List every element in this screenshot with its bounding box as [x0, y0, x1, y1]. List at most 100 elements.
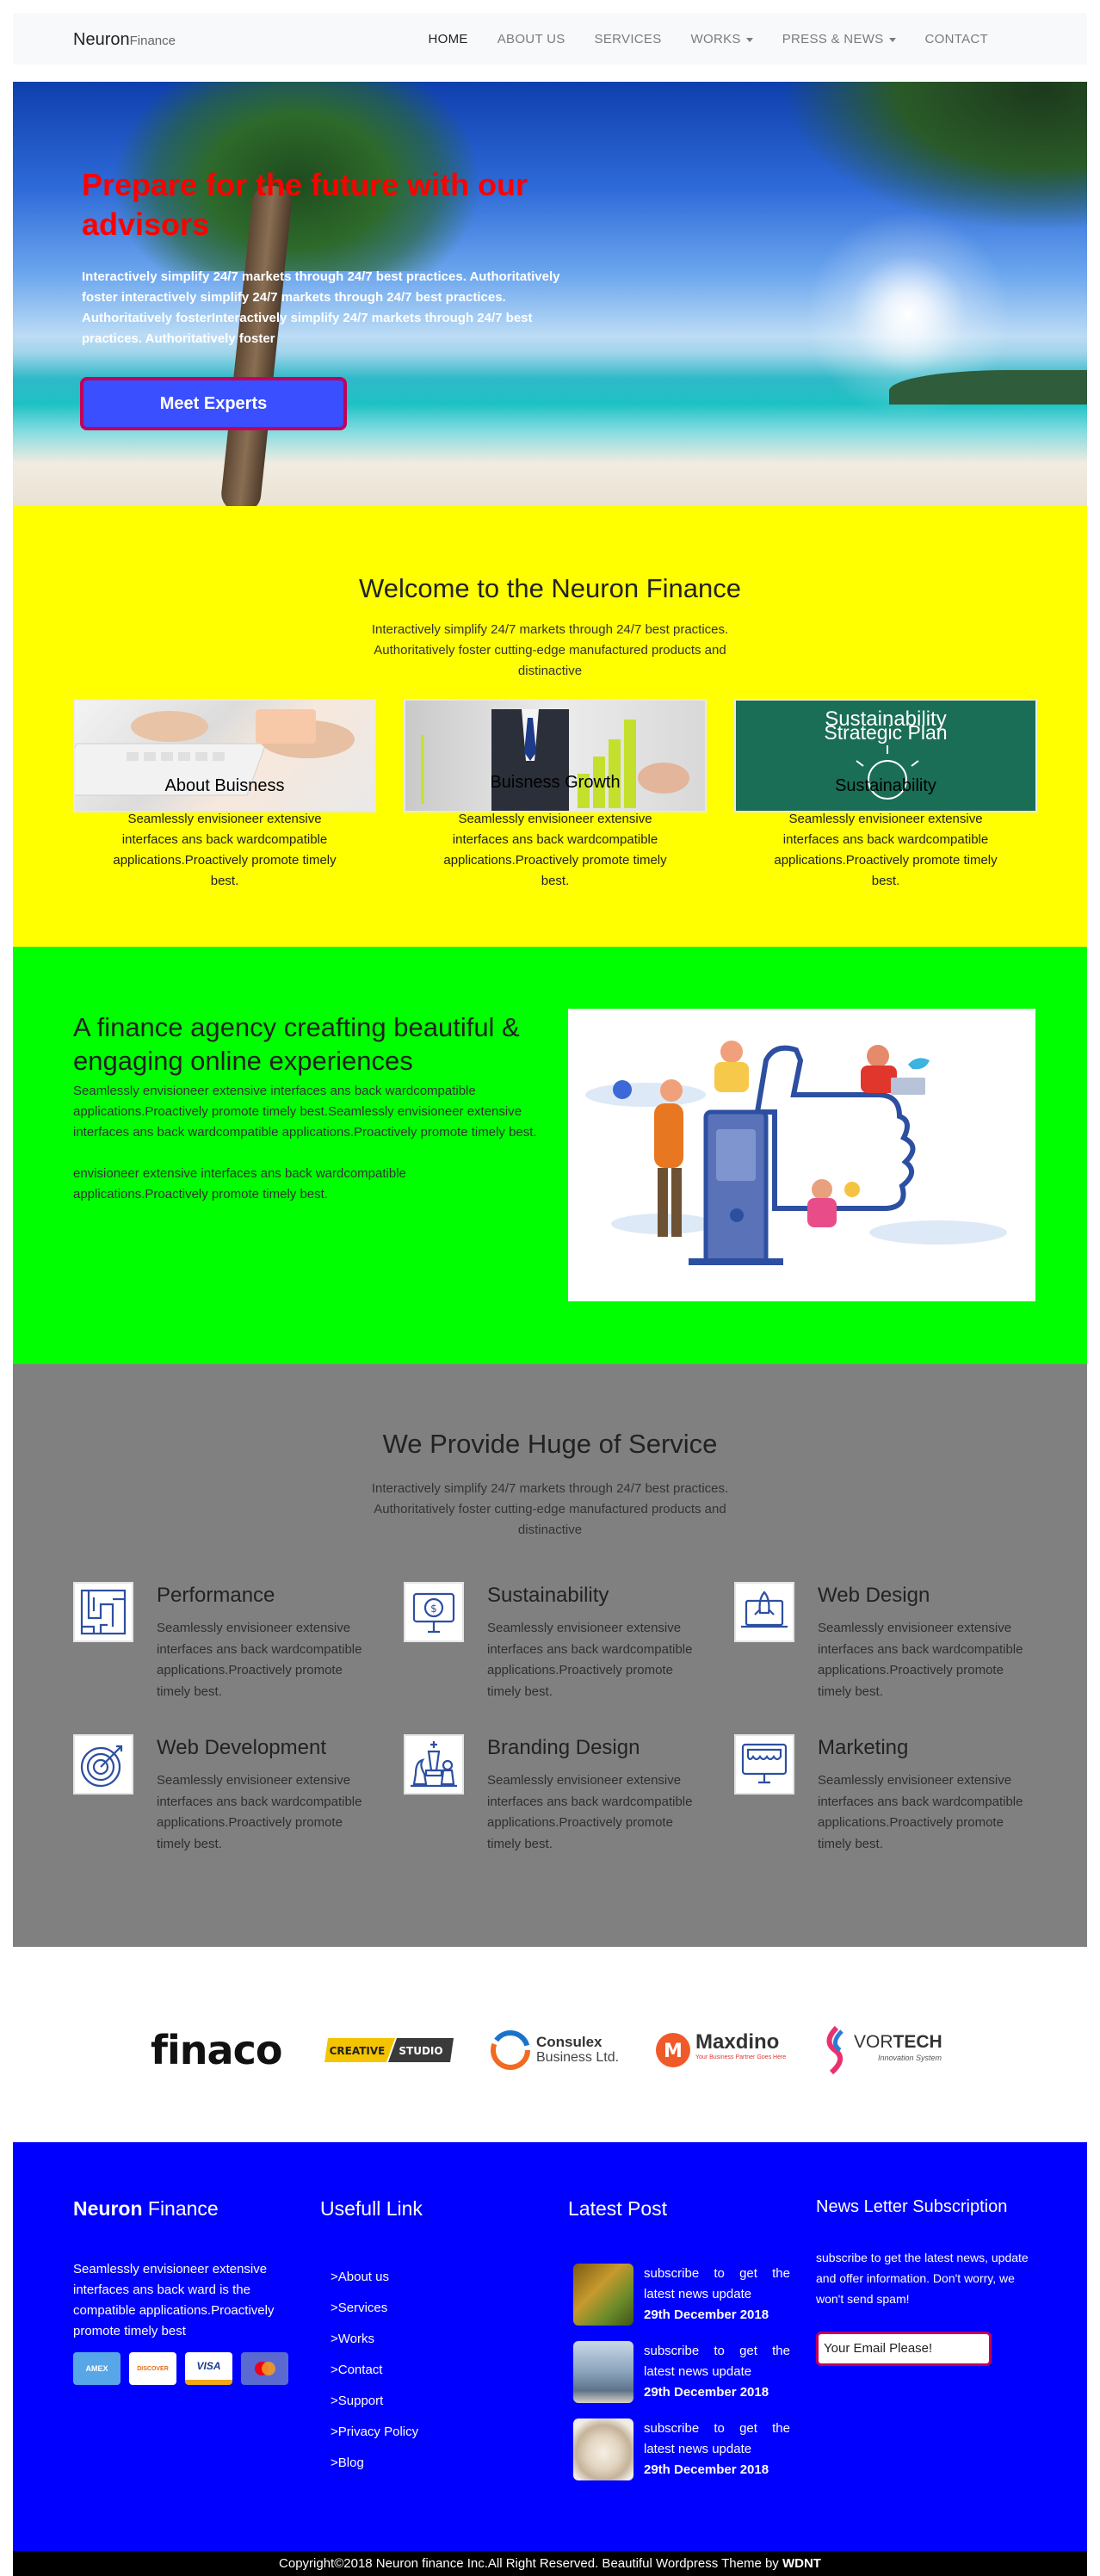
nav-item-home[interactable]: HOME [429, 32, 468, 46]
service-text: Seamlessly envisioneer extensive interfa… [818, 1621, 1023, 1699]
creative-studio-badge: CREATIVE STUDIO [324, 2038, 454, 2062]
vortech-logo[interactable]: VORTECH Innovation System [818, 2025, 942, 2075]
footer-link-contact[interactable]: >Contact [331, 2363, 382, 2377]
latest-post-item[interactable]: subscribe to get the latest news update 2… [568, 2264, 790, 2327]
footer-brand: Neuron Finance [73, 2197, 219, 2221]
service-text: Seamlessly envisioneer extensive interfa… [487, 1621, 693, 1699]
brand-main: Neuron [73, 30, 130, 49]
nav-item-about[interactable]: ABOUT US [497, 32, 565, 46]
footer-link-services[interactable]: >Services [331, 2301, 387, 2315]
services-subtitle: Interactively simplify 24/7 markets thro… [371, 1481, 729, 1537]
card-text: Seamlessly envisioneer extensive interfa… [443, 812, 667, 888]
brand-logo[interactable]: NeuronFinance [73, 30, 176, 50]
finaco-logo[interactable]: finaco [151, 2026, 282, 2074]
chevron-down-icon [745, 37, 753, 42]
maxdino-mark: M [656, 2033, 690, 2067]
chess-icon [404, 1734, 464, 1795]
footer-link-privacy[interactable]: >Privacy Policy [331, 2425, 418, 2439]
service-text: Seamlessly envisioneer extensive interfa… [157, 1773, 362, 1851]
nav-item-press[interactable]: PRESS & NEWS [782, 32, 896, 46]
service-title: Performance [157, 1584, 275, 1607]
card-image: Buisness Growth [404, 699, 707, 812]
maxdino-logo[interactable]: M Maxdino Your Business Partner Goes Her… [654, 2026, 786, 2074]
card-image: About Buisness [73, 699, 376, 812]
vortech-tagline: Innovation System [878, 2054, 942, 2062]
welcome-section: Welcome to the Neuron Finance Interactiv… [13, 506, 1087, 947]
card-business-growth[interactable]: Buisness Growth Seamlessly envisioneer e… [404, 699, 707, 892]
post-title: subscribe to get the latest news update [644, 2344, 790, 2379]
target-icon [73, 1734, 133, 1795]
creative-studio-logo[interactable]: CREATIVE STUDIO [324, 2026, 454, 2074]
footer-link-blog[interactable]: >Blog [331, 2456, 364, 2470]
maxdino-name: Maxdino [695, 2030, 780, 2054]
svg-text:$: $ [430, 1603, 437, 1615]
dollar-monitor-icon: $ [404, 1582, 464, 1642]
maxdino-tagline: Your Business Partner Goes Here [695, 2054, 787, 2060]
newsletter-title: News Letter Subscription [816, 2197, 1008, 2216]
welcome-title: Welcome to the Neuron Finance [359, 573, 741, 603]
navbar: NeuronFinance HOME ABOUT US SERVICES WOR… [13, 13, 1087, 65]
copyright-text: Copyright©2018 Neuron finance Inc.All Ri… [13, 2551, 1087, 2576]
service-title: Sustainability [487, 1584, 609, 1607]
footer-brand-main: Neuron [73, 2197, 143, 2220]
maze-icon [73, 1582, 133, 1642]
post-date: 29th December 2018 [644, 2462, 769, 2477]
creative-text: CREATIVE [330, 2045, 386, 2057]
newsletter-text: subscribe to get the latest news, update… [816, 2251, 1029, 2306]
footer-brand-sub: Finance [142, 2197, 219, 2220]
footer-about-text: Seamlessly envisioneer extensive interfa… [73, 2262, 275, 2338]
service-text: Seamlessly envisioneer extensive interfa… [818, 1773, 1023, 1851]
hero-palm-corner [788, 82, 1087, 228]
partners-section: finaco CREATIVE STUDIO Consulex Business… [13, 1947, 1087, 2142]
nav-item-contact[interactable]: CONTACT [925, 32, 988, 46]
card-about-business[interactable]: About Buisness Seamlessly envisioneer ex… [73, 699, 376, 892]
copyright-author[interactable]: WDNT [782, 2556, 821, 2571]
service-title: Web Design [818, 1584, 930, 1607]
card-text: Seamlessly envisioneer extensive interfa… [113, 812, 337, 888]
footer-link-about[interactable]: >About us [331, 2270, 389, 2284]
agency-para-1: Seamlessly envisioneer extensive interfa… [73, 1084, 537, 1140]
svg-text:M: M [664, 2041, 683, 2062]
post-title: subscribe to get the latest news update [644, 2266, 790, 2301]
meet-experts-button[interactable]: Meet Experts [80, 377, 347, 430]
consulex-logo[interactable]: Consulex Business Ltd. [488, 2026, 619, 2074]
services-title: We Provide Huge of Service [382, 1429, 718, 1459]
nav-item-works-label: WORKS [690, 32, 741, 46]
hero-title: Prepare for the future with our advisors [82, 167, 528, 242]
welcome-subtitle: Interactively simplify 24/7 markets thro… [371, 622, 729, 678]
post-text: subscribe to get the latest news update 2… [644, 2264, 790, 2326]
post-thumbnail [573, 2341, 633, 2403]
nav-item-works[interactable]: WORKS [691, 32, 753, 46]
post-date: 29th December 2018 [644, 2307, 769, 2322]
agency-title: A finance agency creafting beautiful & e… [73, 1012, 520, 1076]
service-title: Marketing [818, 1736, 909, 1759]
newsletter-email-input[interactable]: Your Email Please! [816, 2332, 992, 2366]
footer-links-title: Usefull Link [320, 2197, 423, 2220]
brand-sub: Finance [129, 34, 176, 48]
footer-posts-title: Latest Post [568, 2197, 668, 2220]
footer-link-works[interactable]: >Works [331, 2332, 374, 2346]
footer-link-support[interactable]: >Support [331, 2394, 383, 2408]
nav-item-press-label: PRESS & NEWS [782, 32, 884, 46]
latest-post-item[interactable]: subscribe to get the latest news update 2… [568, 2341, 790, 2405]
consulex-name: Consulex [536, 2034, 603, 2050]
card-label: About Buisness [164, 776, 285, 795]
agency-para-2: envisioneer extensive interfaces ans bac… [73, 1166, 406, 1202]
post-thumbnail [573, 2264, 633, 2326]
copyright-bar: Copyright©2018 Neuron finance Inc.All Ri… [13, 2551, 1087, 2576]
nav-menu: HOME ABOUT US SERVICES WORKS PRESS & NEW… [399, 32, 988, 46]
service-title: Branding Design [487, 1736, 640, 1759]
post-text: subscribe to get the latest news update 2… [644, 2418, 790, 2480]
card-label: Buisness Growth [490, 773, 621, 792]
payment-methods: AMEX DISCOVER VISA [73, 2352, 288, 2385]
chevron-down-icon [888, 37, 896, 42]
thumbs-up-illustration [568, 1009, 1035, 1301]
hero-text: Interactively simplify 24/7 markets thro… [82, 269, 560, 346]
storefront-icon [734, 1734, 794, 1795]
vortech-vor: VOR [854, 2032, 893, 2052]
latest-post-item[interactable]: subscribe to get the latest news update 2… [568, 2418, 790, 2482]
nav-item-services[interactable]: SERVICES [595, 32, 662, 46]
visa-icon: VISA [185, 2352, 232, 2385]
card-image: Sustainability Strategic Plan Sustainabi… [734, 699, 1037, 812]
card-sustainability[interactable]: Sustainability Strategic Plan Sustainabi… [734, 699, 1037, 892]
